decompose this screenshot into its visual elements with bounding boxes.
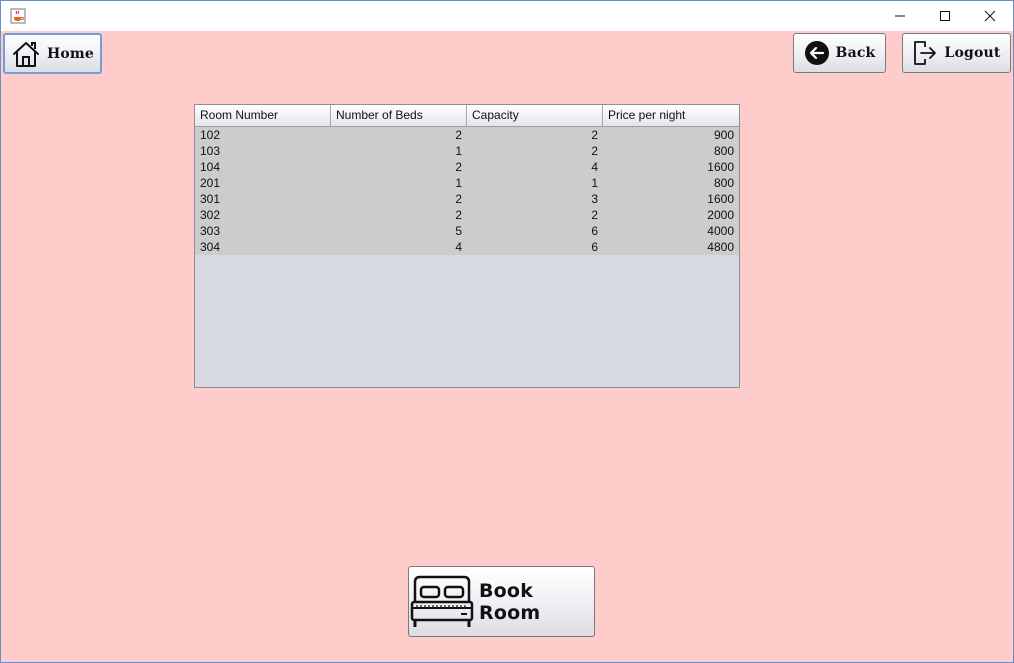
column-header[interactable]: Capacity bbox=[467, 105, 603, 127]
close-icon bbox=[984, 10, 996, 22]
table-cell: 2 bbox=[591, 144, 598, 158]
java-cup-icon bbox=[10, 8, 26, 24]
home-button[interactable]: Home bbox=[3, 33, 102, 74]
table-body: 102 2 2 900 103 1 2 800 104 2 4 1600 201 1 1 800 301 2 3 16… bbox=[195, 127, 739, 255]
maximize-button[interactable] bbox=[922, 1, 968, 31]
table-cell: 5 bbox=[455, 224, 462, 238]
home-icon bbox=[11, 40, 41, 68]
table-cell: 6 bbox=[591, 240, 598, 254]
table-cell: 800 bbox=[713, 176, 734, 190]
back-button[interactable]: Back bbox=[793, 33, 886, 73]
logout-button[interactable]: Logout bbox=[902, 33, 1011, 73]
table-cell: 4 bbox=[591, 160, 598, 174]
book-room-button[interactable]: Book Room bbox=[408, 566, 595, 637]
table-cell: 800 bbox=[713, 144, 734, 158]
table-row[interactable]: 303 5 6 4000 bbox=[195, 223, 739, 239]
table-cell: 201 bbox=[200, 176, 221, 190]
table-row[interactable]: 301 2 3 1600 bbox=[195, 191, 739, 207]
table-row[interactable]: 201 1 1 800 bbox=[195, 175, 739, 191]
title-bar bbox=[1, 1, 1013, 31]
table-cell: 2 bbox=[591, 128, 598, 142]
logout-label: Logout bbox=[944, 45, 1001, 61]
table-cell: 1600 bbox=[707, 192, 734, 206]
table-cell: 301 bbox=[200, 192, 221, 206]
table-cell: 102 bbox=[200, 128, 221, 142]
minimize-button[interactable] bbox=[877, 1, 923, 31]
table-cell: 303 bbox=[200, 224, 221, 238]
home-label: Home bbox=[46, 45, 95, 62]
arrow-left-circle-icon bbox=[804, 40, 830, 66]
table-cell: 4000 bbox=[707, 224, 734, 238]
content-area: Home Back Logout Room Number Number of B… bbox=[1, 31, 1013, 662]
maximize-icon bbox=[940, 11, 950, 21]
app-window: Home Back Logout Room Number Number of B… bbox=[0, 0, 1014, 663]
table-cell: 2 bbox=[455, 208, 462, 222]
table-cell: 302 bbox=[200, 208, 221, 222]
table-cell: 2 bbox=[455, 192, 462, 206]
table-cell: 1 bbox=[455, 144, 462, 158]
table-cell: 4800 bbox=[707, 240, 734, 254]
close-button[interactable] bbox=[967, 1, 1013, 31]
table-cell: 4 bbox=[455, 240, 462, 254]
minimize-icon bbox=[895, 15, 905, 17]
table-cell: 1 bbox=[455, 176, 462, 190]
table-row[interactable]: 304 4 6 4800 bbox=[195, 239, 739, 255]
table-cell: 103 bbox=[200, 144, 221, 158]
column-header[interactable]: Room Number bbox=[195, 105, 331, 127]
table-row[interactable]: 302 2 2 2000 bbox=[195, 207, 739, 223]
table-cell: 900 bbox=[713, 128, 734, 142]
table-row[interactable]: 102 2 2 900 bbox=[195, 127, 739, 143]
column-header[interactable]: Price per night bbox=[603, 105, 739, 127]
column-header[interactable]: Number of Beds bbox=[331, 105, 467, 127]
table-cell: 2 bbox=[455, 160, 462, 174]
table-cell: 1600 bbox=[707, 160, 734, 174]
table-cell: 1 bbox=[591, 176, 598, 190]
table-cell: 2 bbox=[591, 208, 598, 222]
table-row[interactable]: 103 1 2 800 bbox=[195, 143, 739, 159]
table-row[interactable]: 104 2 4 1600 bbox=[195, 159, 739, 175]
table-cell: 3 bbox=[591, 192, 598, 206]
logout-icon bbox=[912, 39, 938, 67]
table-header: Room Number Number of Beds Capacity Pric… bbox=[195, 105, 739, 127]
back-label: Back bbox=[835, 45, 876, 61]
rooms-table[interactable]: Room Number Number of Beds Capacity Pric… bbox=[194, 104, 740, 388]
table-cell: 6 bbox=[591, 224, 598, 238]
table-cell: 2 bbox=[455, 128, 462, 142]
book-room-label: Book Room bbox=[479, 579, 541, 624]
table-cell: 2000 bbox=[707, 208, 734, 222]
bed-icon bbox=[409, 574, 475, 630]
table-cell: 104 bbox=[200, 160, 221, 174]
table-cell: 304 bbox=[200, 240, 221, 254]
